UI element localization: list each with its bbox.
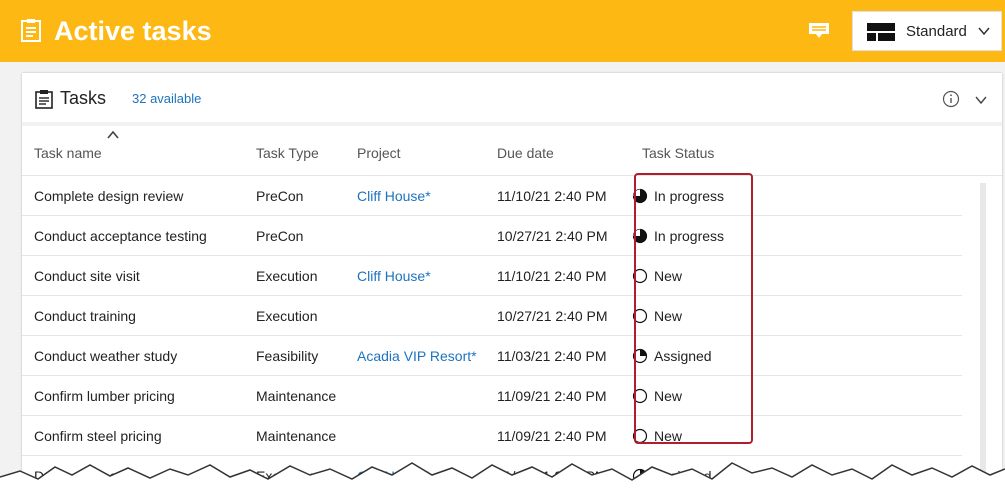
card-title: Tasks xyxy=(60,88,107,108)
info-icon[interactable] xyxy=(942,90,960,108)
app-header: Active tasks Standard xyxy=(0,0,1005,62)
task-name-cell: Complete design review xyxy=(34,188,184,204)
task-status-cell: Assigned xyxy=(654,348,712,364)
table-row[interactable]: Complete design review PreCon Cliff House*… xyxy=(22,176,962,216)
due-date-cell: 11/10/21 2:40 PM xyxy=(497,188,607,204)
due-date-cell: 10/27/21 2:40 PM xyxy=(497,228,608,244)
column-header-project[interactable]: Project xyxy=(357,144,401,162)
view-selector-label: Standard xyxy=(906,23,967,40)
task-type-cell: Maintenance xyxy=(256,388,337,404)
column-header-due-date[interactable]: Due date xyxy=(497,144,554,162)
grid-layout-icon xyxy=(867,23,895,41)
task-status-cell: New xyxy=(654,428,683,444)
page-title: Active tasks xyxy=(54,16,212,46)
column-header-task-name[interactable]: Task name xyxy=(34,144,102,162)
task-name-cell: Conduct weather study xyxy=(34,348,178,364)
project-link[interactable]: Cliff House* xyxy=(357,187,431,205)
view-selector[interactable]: Standard xyxy=(852,11,1002,51)
status-empty-circle-icon xyxy=(632,308,648,324)
clipboard-icon xyxy=(35,90,53,109)
column-header-task-status[interactable]: Task Status xyxy=(642,144,714,162)
due-date-cell: 11/09/21 2:40 PM xyxy=(497,388,607,404)
task-name-cell: Confirm lumber pricing xyxy=(34,388,175,404)
project-link[interactable]: Cliff House* xyxy=(357,267,431,285)
task-type-cell: Execution xyxy=(256,268,318,284)
task-name-cell: Conduct training xyxy=(34,308,136,324)
due-date-cell: 11/09/21 2:40 PM xyxy=(497,428,607,444)
tasks-card: Tasks 32 available Task name Task Type P… xyxy=(22,73,1002,495)
due-date-cell: 10/27/21 2:40 PM xyxy=(497,308,608,324)
table-row[interactable]: Conduct acceptance testing PreCon 10/27/21… xyxy=(22,216,962,256)
table-row[interactable]: Confirm steel pricing Maintenance 11/09/21… xyxy=(22,416,962,456)
chat-icon[interactable] xyxy=(808,22,830,40)
status-empty-circle-icon xyxy=(632,428,648,444)
vertical-scrollbar[interactable] xyxy=(980,183,986,495)
due-date-cell: 11/03/21 2:40 PM xyxy=(497,348,607,364)
due-date-cell: 11/10/21 2:40 PM xyxy=(497,268,607,284)
clipboard-icon xyxy=(21,19,41,42)
status-empty-circle-icon xyxy=(632,388,648,404)
card-divider xyxy=(22,122,1002,126)
task-status-cell: In progress xyxy=(654,228,725,244)
task-type-cell: Maintenance xyxy=(256,428,337,444)
column-header-task-type[interactable]: Task Type xyxy=(256,144,319,162)
task-type-cell: PreCon xyxy=(256,228,304,244)
task-status-cell: In progress xyxy=(654,188,725,204)
status-three-quarter-circle-icon xyxy=(632,188,648,204)
table-row[interactable]: Conduct weather study Feasibility Acadia V… xyxy=(22,336,962,376)
collapse-chevron-icon[interactable] xyxy=(974,93,988,107)
task-status-cell: New xyxy=(654,268,683,284)
table-row[interactable]: Confirm lumber pricing Maintenance 11/09/2… xyxy=(22,376,962,416)
available-count-link[interactable]: 32 available xyxy=(132,91,201,107)
task-type-cell: PreCon xyxy=(256,188,304,204)
table-row[interactable]: Conduct site visit Execution Cliff House* 1… xyxy=(22,256,962,296)
sort-ascending-icon xyxy=(107,130,119,139)
table-row[interactable]: Conduct training Execution 10/27/21 2:40 P… xyxy=(22,296,962,336)
task-type-cell: Execution xyxy=(256,308,318,324)
task-name-cell: Conduct site visit xyxy=(34,268,140,284)
status-three-quarter-circle-icon xyxy=(632,228,648,244)
chevron-down-icon xyxy=(978,27,990,36)
status-quarter-circle-icon xyxy=(632,348,648,364)
project-link[interactable]: Acadia VIP Resort* xyxy=(357,347,477,365)
torn-edge xyxy=(0,462,1005,495)
task-status-cell: New xyxy=(654,308,683,324)
task-name-cell: Confirm steel pricing xyxy=(34,428,162,444)
task-status-cell: New xyxy=(654,388,683,404)
task-type-cell: Feasibility xyxy=(256,348,319,364)
task-name-cell: Conduct acceptance testing xyxy=(34,228,207,244)
status-empty-circle-icon xyxy=(632,268,648,284)
